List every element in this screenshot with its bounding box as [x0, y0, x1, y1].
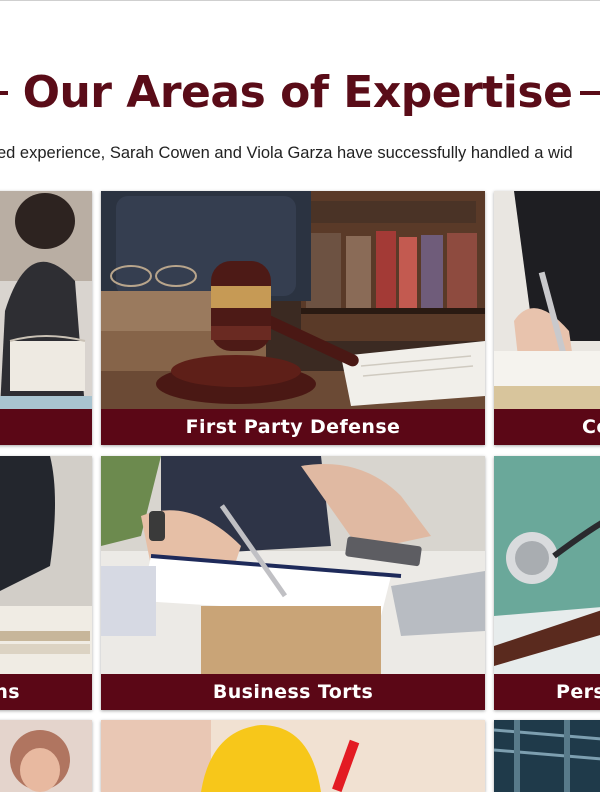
practice-area-label	[0, 409, 92, 445]
practice-area-card-partial-right[interactable]: Co	[494, 191, 600, 445]
woman-working-photo	[0, 456, 92, 674]
hard-hat-photo	[101, 720, 485, 792]
practice-area-label: Pers	[494, 674, 600, 710]
gavel-and-books-photo	[101, 191, 485, 409]
top-divider	[0, 0, 600, 1]
practice-area-card-partial-left[interactable]: ns	[0, 456, 92, 710]
practice-area-card-partial-right[interactable]: Pers	[494, 456, 600, 710]
woman-reading-photo	[0, 191, 92, 409]
industrial-plant-photo	[494, 720, 600, 792]
heading-decoration-left	[0, 91, 8, 95]
practice-area-card-partial-left[interactable]	[0, 191, 92, 445]
practice-area-card-partial-right[interactable]	[494, 720, 600, 792]
practice-area-card-first-party-defense[interactable]: First Party Defense	[101, 191, 485, 445]
section-title: Our Areas of Expertise	[22, 67, 573, 118]
business-signing-photo	[101, 456, 485, 674]
practice-area-label: First Party Defense	[101, 409, 485, 445]
heading-decoration-right	[580, 91, 600, 95]
practice-area-label: Co	[494, 409, 600, 445]
woman-portrait-photo	[0, 720, 92, 792]
intro-text: ed experience, Sarah Cowen and Viola Gar…	[0, 141, 600, 165]
practice-area-card-construction[interactable]	[101, 720, 485, 792]
practice-area-card-business-torts[interactable]: Business Torts	[101, 456, 485, 710]
section-header: Our Areas of Expertise	[0, 62, 600, 124]
practice-area-card-partial-left[interactable]	[0, 720, 92, 792]
practice-area-label: ns	[0, 674, 92, 710]
intro-text-content: ed experience, Sarah Cowen and Viola Gar…	[0, 144, 573, 162]
stethoscope-photo	[494, 456, 600, 674]
practice-area-label: Business Torts	[101, 674, 485, 710]
signing-document-photo	[494, 191, 600, 409]
